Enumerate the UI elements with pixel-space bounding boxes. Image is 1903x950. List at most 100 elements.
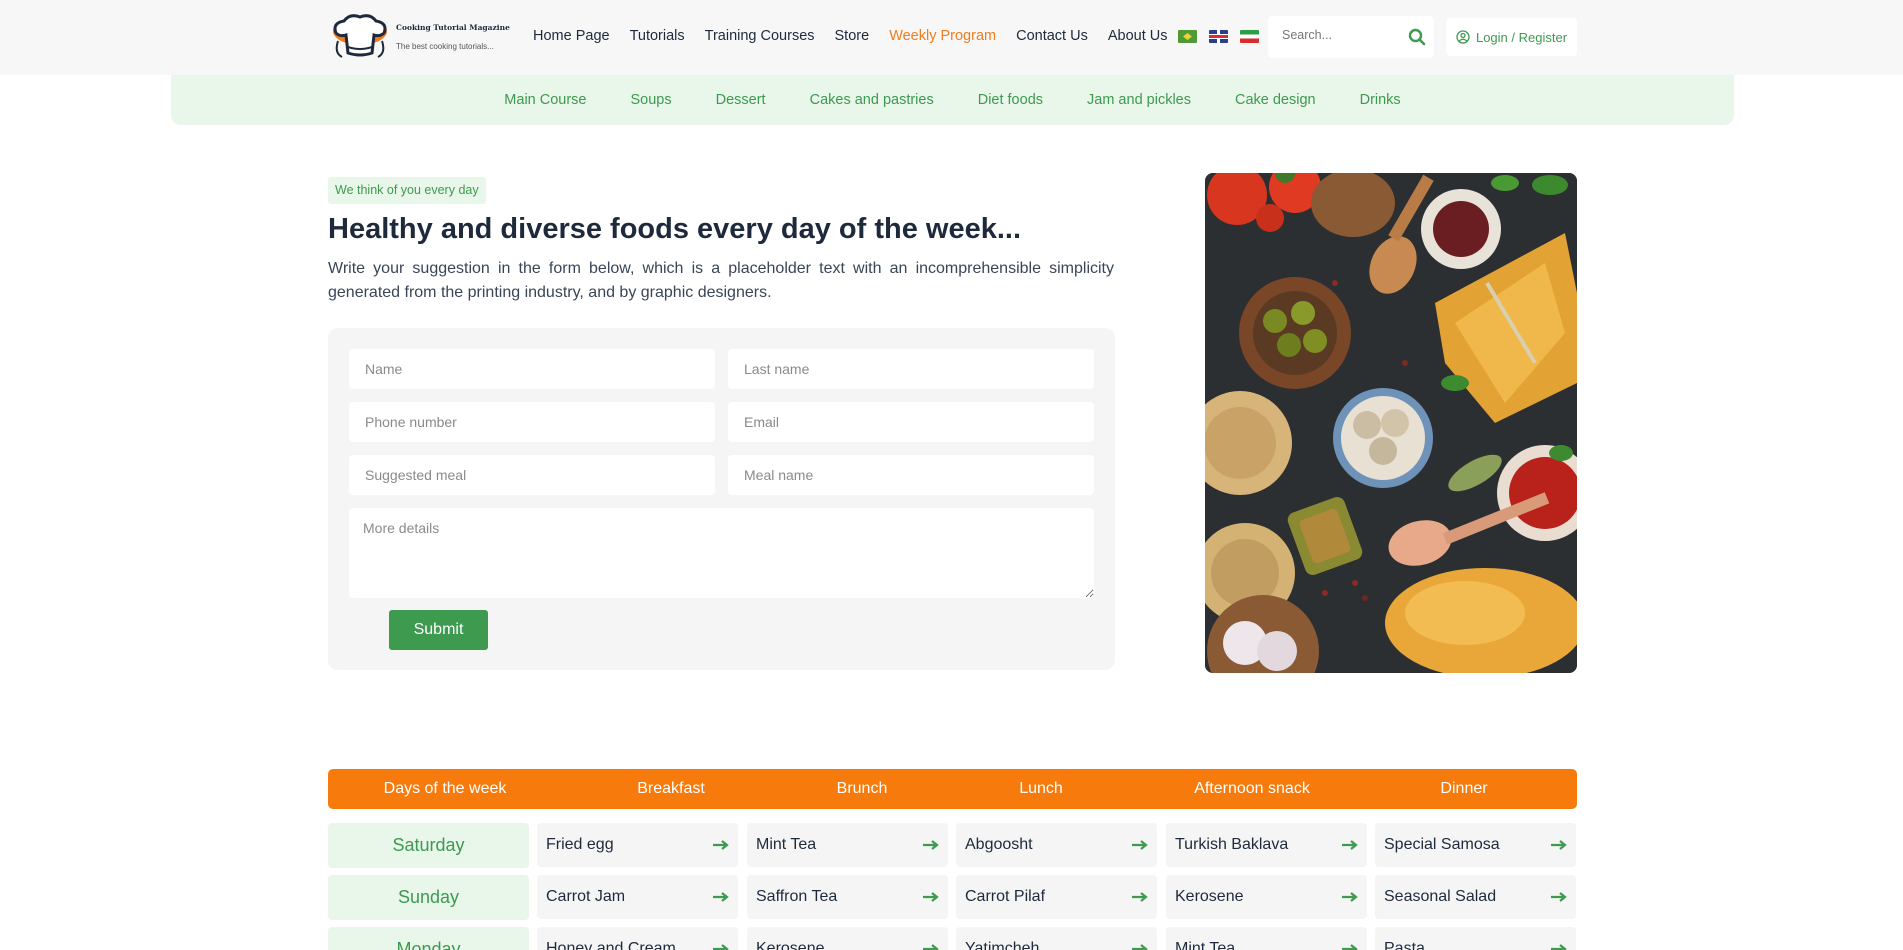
category-cakes-and-pastries[interactable]: Cakes and pastries (810, 92, 934, 108)
suggested-meal-field[interactable] (349, 455, 715, 495)
meal-name: Fried egg (546, 836, 614, 853)
category-main-course[interactable]: Main Course (504, 92, 586, 108)
schedule-header: Days of the week Breakfast Brunch Lunch … (328, 769, 1577, 809)
meal-cell[interactable]: Carrot Pilaf (956, 875, 1157, 919)
meal-cell[interactable]: Special Samosa (1375, 823, 1576, 867)
meal-cell[interactable]: Turkish Baklava (1166, 823, 1367, 867)
login-register-button[interactable]: Login / Register (1446, 18, 1577, 56)
nav-training-courses[interactable]: Training Courses (705, 28, 815, 44)
nav-store[interactable]: Store (835, 28, 870, 44)
meal-name: Turkish Baklava (1175, 836, 1289, 853)
page-description: Write your suggestion in the form below,… (328, 260, 1114, 301)
meal-cell[interactable]: Mint Tea (747, 823, 948, 867)
arrow-right-icon (1342, 840, 1358, 850)
meal-cell[interactable]: Honey and Cream (537, 927, 738, 950)
site-logo[interactable]: Cooking Tutorial Magazine The best cooki… (328, 13, 513, 61)
nav-about-us[interactable]: About Us (1108, 28, 1168, 44)
page-title: Healthy and diverse foods every day of t… (328, 213, 1022, 245)
main-nav: Home Page Tutorials Training Courses Sto… (533, 28, 1167, 44)
name-field[interactable] (349, 349, 715, 389)
arrow-right-icon (1132, 840, 1148, 850)
meal-name: Honey and Cream (546, 940, 676, 950)
submit-button[interactable]: Submit (389, 610, 488, 650)
brazil-flag-icon[interactable] (1178, 30, 1197, 43)
arrow-right-icon (1551, 944, 1567, 950)
site-header: Cooking Tutorial Magazine The best cooki… (0, 0, 1903, 75)
nav-tutorials[interactable]: Tutorials (630, 28, 685, 44)
header-brunch: Brunch (836, 780, 888, 797)
search-box (1268, 16, 1434, 58)
meal-cell[interactable]: Mint Tea (1166, 927, 1367, 950)
email-field[interactable] (728, 402, 1094, 442)
day-cell-saturday: Saturday (328, 823, 529, 868)
meal-name: Seasonal Salad (1384, 888, 1497, 905)
uk-flag-icon[interactable] (1209, 30, 1228, 43)
arrow-right-icon (713, 840, 729, 850)
category-dessert[interactable]: Dessert (716, 92, 766, 108)
meal-name: Carrot Jam (546, 888, 626, 905)
arrow-right-icon (1132, 944, 1148, 950)
arrow-right-icon (1342, 892, 1358, 902)
header-days: Days of the week (383, 780, 507, 797)
meal-name: Mint Tea (756, 836, 817, 853)
header-afternoon-snack: Afternoon snack (1194, 780, 1310, 797)
nav-weekly-program[interactable]: Weekly Program (889, 28, 996, 44)
chef-hat-icon (328, 13, 392, 61)
header-breakfast: Breakfast (637, 780, 705, 797)
meal-cell[interactable]: Pasta (1375, 927, 1576, 950)
header-lunch: Lunch (1019, 780, 1063, 797)
arrow-right-icon (1551, 892, 1567, 902)
category-bar: Main Course Soups Dessert Cakes and past… (171, 75, 1734, 125)
arrow-right-icon (713, 944, 729, 950)
meal-cell[interactable]: Seasonal Salad (1375, 875, 1576, 919)
arrow-right-icon (923, 840, 939, 850)
meal-name: Kerosene (1175, 888, 1244, 905)
category-jam-and-pickles[interactable]: Jam and pickles (1087, 92, 1191, 108)
meal-name-field[interactable] (728, 455, 1094, 495)
meal-cell[interactable]: Fried egg (537, 823, 738, 867)
last-name-field[interactable] (728, 349, 1094, 389)
arrow-right-icon (1342, 944, 1358, 950)
arrow-right-icon (923, 944, 939, 950)
meal-name: Kerosene (756, 940, 825, 950)
iran-flag-icon[interactable] (1240, 30, 1259, 43)
user-icon (1456, 30, 1470, 44)
meal-cell[interactable]: Kerosene (1166, 875, 1367, 919)
phone-field[interactable] (349, 402, 715, 442)
search-icon[interactable] (1408, 28, 1426, 46)
meal-cell[interactable]: Yatimcheh (956, 927, 1157, 950)
meal-name: Carrot Pilaf (965, 888, 1046, 905)
meal-name: Special Samosa (1384, 836, 1500, 853)
nav-contact-us[interactable]: Contact Us (1016, 28, 1088, 44)
meal-name: Abgoosht (965, 836, 1033, 853)
arrow-right-icon (1132, 892, 1148, 902)
arrow-right-icon (1551, 840, 1567, 850)
login-register-label: Login / Register (1475, 29, 1568, 45)
arrow-right-icon (923, 892, 939, 902)
category-soups[interactable]: Soups (631, 92, 672, 108)
language-switcher (1178, 30, 1259, 43)
nav-home[interactable]: Home Page (533, 28, 610, 44)
meal-name: Mint Tea (1175, 940, 1236, 950)
suggestion-form: Submit (328, 328, 1115, 670)
logo-title: Cooking Tutorial Magazine (396, 23, 510, 32)
meal-name: Saffron Tea (756, 888, 838, 905)
ingredients-photo (1205, 173, 1577, 673)
meal-name: Yatimcheh (965, 940, 1040, 950)
meal-cell[interactable]: Abgoosht (956, 823, 1157, 867)
category-cake-design[interactable]: Cake design (1235, 92, 1316, 108)
header-dinner: Dinner (1440, 780, 1488, 797)
meal-cell[interactable]: Kerosene (747, 927, 948, 950)
meal-cell[interactable]: Saffron Tea (747, 875, 948, 919)
logo-subtitle: The best cooking tutorials... (396, 42, 494, 51)
category-diet-foods[interactable]: Diet foods (978, 92, 1043, 108)
meal-name: Pasta (1384, 940, 1425, 950)
details-textarea[interactable] (349, 508, 1094, 598)
day-cell-sunday: Sunday (328, 875, 529, 920)
meal-cell[interactable]: Carrot Jam (537, 875, 738, 919)
search-input[interactable] (1282, 28, 1392, 42)
category-drinks[interactable]: Drinks (1360, 92, 1401, 108)
day-cell-monday: Monday (328, 927, 529, 950)
tagline-badge: We think of you every day (328, 177, 486, 204)
arrow-right-icon (713, 892, 729, 902)
